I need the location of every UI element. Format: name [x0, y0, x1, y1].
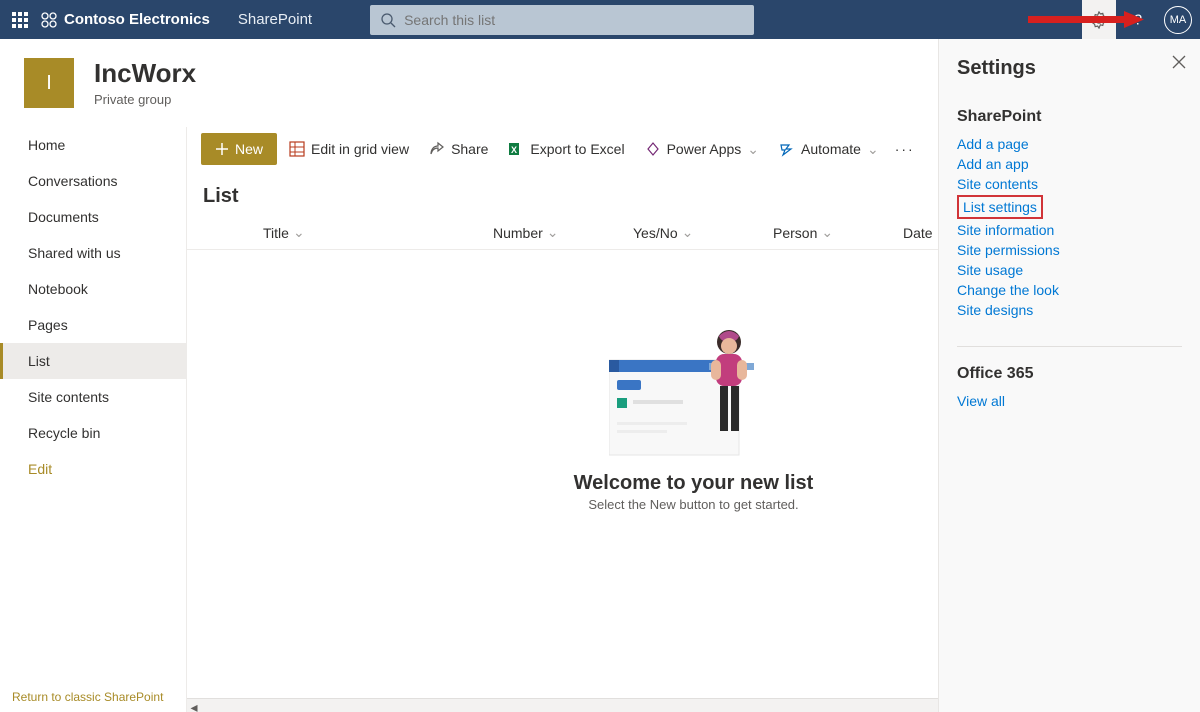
empty-illustration — [609, 330, 779, 460]
settings-panel: Settings SharePoint Add a page Add an ap… — [938, 39, 1200, 712]
powerapps-button[interactable]: Power Apps ⌄ — [637, 133, 767, 165]
chevron-down-icon: ⌄ — [867, 141, 879, 158]
search-input[interactable] — [404, 12, 744, 28]
nav-notebook[interactable]: Notebook — [0, 271, 186, 307]
scroll-left-icon[interactable]: ◂ — [187, 701, 201, 712]
app-launcher[interactable] — [0, 0, 40, 39]
gear-icon — [1090, 11, 1108, 29]
brand-logo-icon — [40, 11, 58, 29]
search-box[interactable] — [370, 5, 754, 35]
link-add-app[interactable]: Add an app — [957, 154, 1182, 174]
tenant-brand[interactable]: Contoso Electronics — [40, 11, 210, 29]
chevron-down-icon: ⌄ — [747, 141, 759, 158]
edit-grid-button[interactable]: Edit in grid view — [281, 133, 417, 165]
settings-title: Settings — [957, 57, 1182, 80]
col-person[interactable]: Person⌄ — [773, 224, 903, 241]
empty-title: Welcome to your new list — [574, 472, 814, 495]
app-name[interactable]: SharePoint — [238, 11, 312, 28]
link-list-settings[interactable]: List settings — [957, 195, 1043, 219]
settings-section-office365: Office 365 — [957, 365, 1182, 383]
nav-pages[interactable]: Pages — [0, 307, 186, 343]
suite-bar: Contoso Electronics SharePoint ? MA — [0, 0, 1200, 39]
automate-button[interactable]: Automate ⌄ — [771, 133, 887, 165]
nav-edit[interactable]: Edit — [0, 451, 186, 487]
share-button[interactable]: Share — [421, 133, 496, 165]
return-classic-link[interactable]: Return to classic SharePoint — [12, 690, 163, 704]
help-button[interactable]: ? — [1120, 0, 1156, 39]
share-icon — [429, 141, 445, 157]
link-site-permissions[interactable]: Site permissions — [957, 240, 1182, 260]
nav-recyclebin[interactable]: Recycle bin — [0, 415, 186, 451]
site-title[interactable]: IncWorx — [94, 59, 196, 88]
export-excel-button[interactable]: X Export to Excel — [500, 133, 632, 165]
link-site-info[interactable]: Site information — [957, 220, 1182, 240]
help-icon: ? — [1129, 11, 1147, 29]
link-change-look[interactable]: Change the look — [957, 280, 1182, 300]
grid-icon — [289, 141, 305, 157]
site-logo[interactable]: I — [24, 58, 74, 108]
svg-text:X: X — [511, 145, 517, 155]
nav-home[interactable]: Home — [0, 127, 186, 163]
nav-list[interactable]: List — [0, 343, 186, 379]
col-number[interactable]: Number⌄ — [493, 224, 633, 241]
settings-button[interactable] — [1082, 0, 1116, 39]
close-button[interactable] — [1172, 55, 1186, 69]
nav-conversations[interactable]: Conversations — [0, 163, 186, 199]
link-site-usage[interactable]: Site usage — [957, 260, 1182, 280]
empty-subtitle: Select the New button to get started. — [588, 497, 798, 512]
more-button[interactable]: ··· — [891, 133, 919, 165]
user-avatar[interactable]: MA — [1164, 6, 1192, 34]
search-icon — [380, 12, 396, 28]
site-subtitle: Private group — [94, 92, 196, 107]
link-add-page[interactable]: Add a page — [957, 134, 1182, 154]
powerapps-icon — [645, 141, 661, 157]
ellipsis-icon: ··· — [895, 141, 915, 157]
close-icon — [1172, 55, 1186, 69]
brand-name: Contoso Electronics — [64, 11, 210, 28]
svg-text:?: ? — [1134, 12, 1142, 28]
link-site-designs[interactable]: Site designs — [957, 300, 1182, 320]
nav-sitecontents[interactable]: Site contents — [0, 379, 186, 415]
divider — [957, 346, 1182, 347]
nav-shared[interactable]: Shared with us — [0, 235, 186, 271]
waffle-icon — [12, 12, 28, 28]
left-navigation: Home Conversations Documents Shared with… — [0, 127, 187, 712]
automate-icon — [779, 141, 795, 157]
excel-icon: X — [508, 141, 524, 157]
plus-icon — [215, 142, 229, 156]
link-view-all[interactable]: View all — [957, 391, 1182, 411]
new-button[interactable]: New — [201, 133, 277, 165]
link-site-contents[interactable]: Site contents — [957, 174, 1182, 194]
settings-section-sharepoint: SharePoint — [957, 108, 1182, 126]
col-title[interactable]: Title⌄ — [263, 224, 493, 241]
col-yesno[interactable]: Yes/No⌄ — [633, 224, 773, 241]
nav-documents[interactable]: Documents — [0, 199, 186, 235]
